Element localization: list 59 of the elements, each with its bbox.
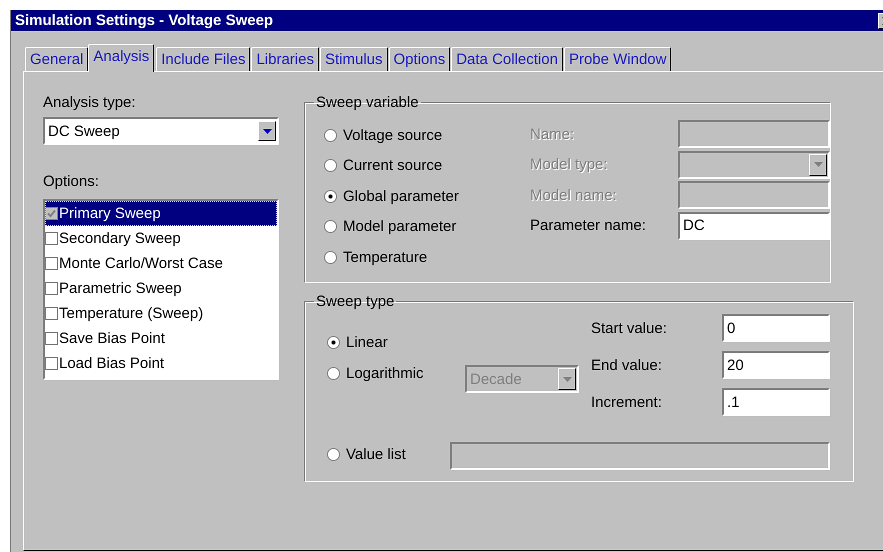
- dropdown-arrow-icon: [562, 376, 572, 382]
- input-field[interactable]: [678, 181, 830, 210]
- checkbox[interactable]: [45, 207, 58, 220]
- field-label: End value:: [591, 356, 663, 374]
- radio-button[interactable]: [327, 336, 340, 350]
- field-label: Start value:: [591, 320, 668, 336]
- input-field[interactable]: 0: [722, 314, 830, 342]
- field-label: Model name:: [530, 186, 618, 204]
- input-field[interactable]: .1: [722, 388, 830, 416]
- dropdown-arrow-icon: [814, 162, 822, 168]
- tab[interactable]: Libraries: [251, 47, 319, 71]
- checkbox[interactable]: [45, 357, 58, 370]
- analysis-type-label: Analysis type:: [43, 94, 137, 112]
- option-item[interactable]: Temperature (Sweep): [45, 301, 277, 326]
- option-item[interactable]: Parametric Sweep: [45, 276, 277, 301]
- radio-button[interactable]: [324, 220, 337, 234]
- option-item[interactable]: Load Bias Point: [45, 351, 277, 376]
- checkbox[interactable]: [45, 257, 58, 270]
- tab[interactable]: Include Files: [156, 47, 250, 71]
- field-label: Name:: [530, 126, 576, 143]
- radio-option[interactable]: Temperature: [324, 242, 530, 272]
- radio-button[interactable]: [324, 190, 337, 203]
- window-title: Simulation Settings - Voltage Sweep: [15, 12, 274, 29]
- radio-option[interactable]: Voltage source: [324, 120, 530, 150]
- option-item[interactable]: Secondary Sweep: [45, 226, 277, 251]
- dropdown-field[interactable]: [678, 150, 830, 179]
- field-label: Model type:: [530, 156, 609, 174]
- option-item[interactable]: Primary Sweep: [45, 201, 277, 226]
- option-item[interactable]: Monte Carlo/Worst Case: [45, 251, 277, 276]
- field-label: Parameter name:: [530, 217, 647, 234]
- checkbox[interactable]: [45, 232, 58, 245]
- options-label: Options:: [43, 173, 100, 191]
- tab[interactable]: Data Collection: [451, 47, 563, 71]
- dropdown-arrow-icon: [262, 128, 272, 134]
- group-title: Sweep variable: [315, 94, 420, 111]
- radio-button[interactable]: [324, 250, 337, 264]
- input-field[interactable]: DC: [678, 212, 830, 240]
- checkbox[interactable]: [45, 282, 58, 295]
- tab[interactable]: Probe Window: [564, 47, 672, 71]
- input-field[interactable]: [678, 120, 830, 148]
- checkbox[interactable]: [45, 332, 58, 345]
- tab[interactable]: Stimulus: [320, 47, 388, 71]
- tab[interactable]: Options: [388, 47, 450, 71]
- option-item[interactable]: Save Bias Point: [45, 326, 277, 351]
- radio-option[interactable]: Global parameter: [324, 181, 530, 212]
- analysis-type-dropdown[interactable]: DC Sweep: [43, 117, 279, 145]
- radio-option[interactable]: Current source: [324, 150, 530, 181]
- radio-button[interactable]: [327, 366, 340, 380]
- radio-button[interactable]: [324, 159, 337, 172]
- group-title: Sweep type: [315, 293, 396, 310]
- radio-button[interactable]: [324, 128, 337, 142]
- radio-option[interactable]: Model parameter: [324, 212, 530, 242]
- checkbox[interactable]: [45, 307, 58, 320]
- field-label: Increment:: [591, 394, 663, 410]
- tab[interactable]: General: [25, 47, 88, 71]
- radio-option[interactable]: Logarithmic: [327, 358, 465, 388]
- tab[interactable]: Analysis: [88, 44, 154, 72]
- radio-option[interactable]: Linear: [327, 328, 465, 358]
- input-field[interactable]: 20: [722, 351, 830, 379]
